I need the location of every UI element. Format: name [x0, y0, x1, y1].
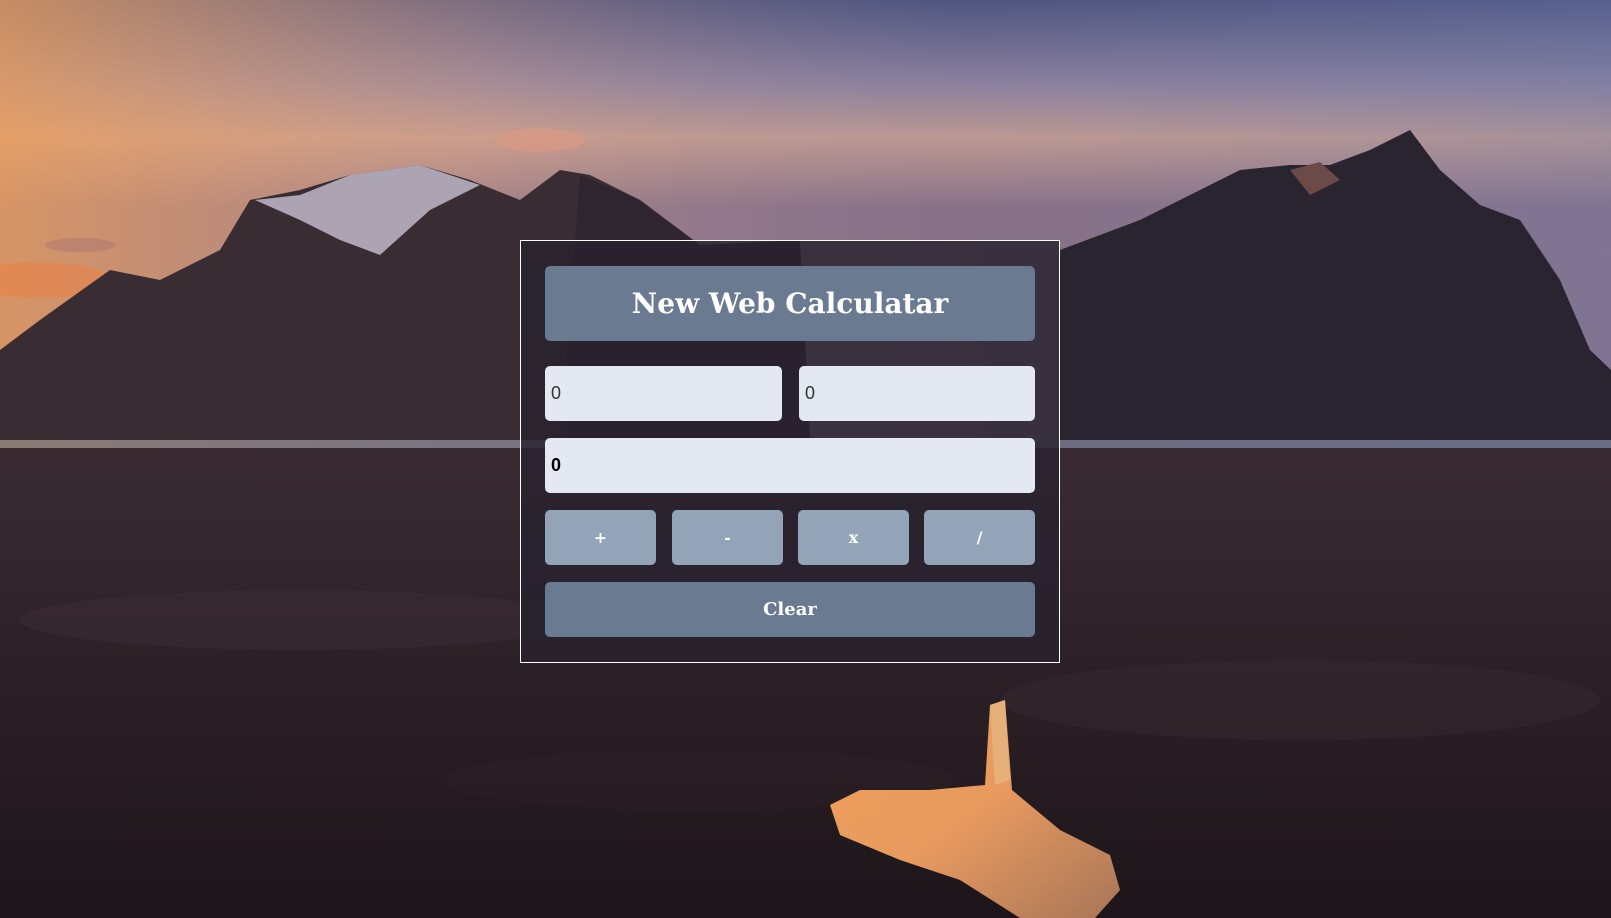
result-field[interactable]	[545, 438, 1035, 493]
page-title: New Web Calculatar	[631, 287, 949, 320]
first-number-input[interactable]	[545, 366, 782, 421]
title-bar: New Web Calculatar	[545, 266, 1035, 341]
add-button[interactable]: +	[545, 510, 656, 565]
multiply-button[interactable]: x	[798, 510, 909, 565]
subtract-button[interactable]: -	[672, 510, 783, 565]
calculator-panel: New Web Calculatar + - x / Clear	[520, 240, 1060, 663]
second-number-input[interactable]	[799, 366, 1035, 421]
divide-button[interactable]: /	[924, 510, 1035, 565]
clear-button[interactable]: Clear	[545, 582, 1035, 637]
